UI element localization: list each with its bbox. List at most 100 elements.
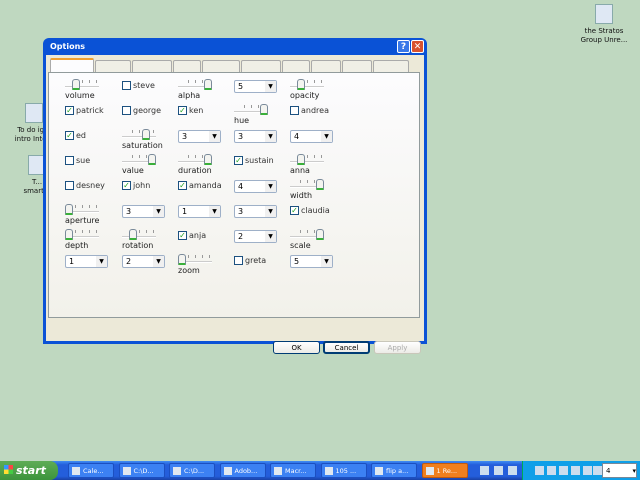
checkbox-steve[interactable]: steve: [122, 81, 155, 90]
taskbar-item[interactable]: Macr...: [270, 463, 316, 478]
slider-thumb[interactable]: [128, 229, 137, 240]
checkbox-box[interactable]: ✓: [122, 181, 131, 190]
slider-depth[interactable]: depth: [65, 229, 101, 251]
slider-volume[interactable]: volume: [65, 79, 101, 101]
checkbox-box[interactable]: ✓: [178, 231, 187, 240]
slider-rotation[interactable]: rotation: [122, 229, 158, 251]
tab-9[interactable]: [342, 60, 372, 72]
chevron-down-icon[interactable]: ▼: [209, 131, 220, 142]
checkbox-george[interactable]: george: [122, 106, 161, 115]
checkbox-john[interactable]: ✓ john: [122, 181, 150, 190]
taskbar-item[interactable]: flip a...: [371, 463, 417, 478]
combo-box[interactable]: 1 ▼: [178, 205, 221, 218]
tray-combo[interactable]: 4 ▾: [602, 463, 637, 478]
desktop-icon-stratos[interactable]: the Stratos Group Unre...: [576, 4, 632, 45]
taskbar-item[interactable]: C:\D...: [118, 463, 165, 478]
slider-aperture[interactable]: aperture: [65, 204, 101, 226]
slider-thumb[interactable]: [71, 79, 80, 90]
chevron-down-icon[interactable]: ▼: [321, 256, 332, 267]
combo-box[interactable]: 3 ▼: [122, 205, 165, 218]
combo-box[interactable]: 5 ▼: [290, 255, 333, 268]
start-button[interactable]: start: [0, 461, 58, 480]
chevron-down-icon[interactable]: ▼: [265, 206, 276, 217]
checkbox-box[interactable]: [122, 81, 131, 90]
checkbox-box[interactable]: ✓: [178, 106, 187, 115]
chevron-down-icon[interactable]: ▼: [153, 256, 164, 267]
dialog-titlebar[interactable]: Options ? ✕: [46, 38, 424, 55]
checkbox-box[interactable]: ✓: [65, 131, 74, 140]
combo-box[interactable]: 3 ▼: [234, 205, 277, 218]
ok-button[interactable]: OK: [273, 341, 320, 354]
checkbox-amanda[interactable]: ✓ amanda: [178, 181, 222, 190]
combo-box[interactable]: 4 ▼: [290, 130, 333, 143]
slider-zoom[interactable]: zoom: [178, 254, 214, 276]
taskbar-item[interactable]: 1 Re...: [421, 463, 468, 478]
slider-anna[interactable]: anna: [290, 154, 326, 176]
checkbox-desney[interactable]: desney: [65, 181, 105, 190]
tab-2[interactable]: [95, 60, 131, 72]
tab-5[interactable]: [202, 60, 240, 72]
chevron-down-icon[interactable]: ▼: [209, 206, 220, 217]
checkbox-sustain[interactable]: ✓ sustain: [234, 156, 274, 165]
combo-box[interactable]: 3 ▼: [234, 130, 277, 143]
apply-button[interactable]: Apply: [374, 341, 421, 354]
tab-4[interactable]: [173, 60, 201, 72]
checkbox-anja[interactable]: ✓ anja: [178, 231, 206, 240]
help-icon[interactable]: ?: [397, 40, 410, 53]
tray-icon[interactable]: [559, 466, 568, 475]
slider-hue[interactable]: hue: [234, 104, 270, 126]
combo-box[interactable]: 5 ▼: [234, 80, 277, 93]
quick-launch-icon[interactable]: [480, 466, 489, 475]
slider-thumb[interactable]: [204, 154, 212, 165]
slider-thumb[interactable]: [316, 229, 324, 240]
checkbox-box[interactable]: [122, 106, 131, 115]
checkbox-ed[interactable]: ✓ ed: [65, 131, 86, 140]
tray-icon[interactable]: [535, 466, 544, 475]
cancel-button[interactable]: Cancel: [323, 341, 370, 354]
chevron-down-icon[interactable]: ▼: [96, 256, 107, 267]
combo-box[interactable]: 4 ▼: [234, 180, 277, 193]
tab-10[interactable]: [373, 60, 409, 72]
checkbox-andrea[interactable]: andrea: [290, 106, 329, 115]
slider-thumb[interactable]: [296, 154, 305, 165]
slider-saturation[interactable]: saturation: [122, 129, 163, 151]
slider-thumb[interactable]: [260, 104, 268, 115]
slider-thumb[interactable]: [148, 154, 156, 165]
checkbox-box[interactable]: ✓: [290, 206, 299, 215]
slider-value[interactable]: value: [122, 154, 158, 176]
tab-8[interactable]: [311, 60, 341, 72]
taskbar-item[interactable]: Cale...: [68, 463, 114, 478]
checkbox-ken[interactable]: ✓ ken: [178, 106, 203, 115]
tray-icon[interactable]: [583, 466, 592, 475]
quick-launch-icon[interactable]: [508, 466, 517, 475]
tab-3[interactable]: [132, 60, 172, 72]
taskbar-item[interactable]: Adob...: [219, 463, 266, 478]
combo-box[interactable]: 2 ▼: [234, 230, 277, 243]
taskbar-item[interactable]: 105 ...: [320, 463, 367, 478]
checkbox-box[interactable]: [65, 181, 74, 190]
slider-opacity[interactable]: opacity: [290, 79, 326, 101]
combo-box[interactable]: 1 ▼: [65, 255, 108, 268]
tray-icon[interactable]: [571, 466, 580, 475]
chevron-down-icon[interactable]: ▼: [265, 231, 276, 242]
slider-thumb[interactable]: [141, 129, 150, 140]
slider-alpha[interactable]: alpha: [178, 79, 214, 101]
slider-thumb[interactable]: [316, 179, 324, 190]
slider-thumb[interactable]: [204, 79, 212, 90]
combo-box[interactable]: 3 ▼: [178, 130, 221, 143]
checkbox-box[interactable]: [65, 156, 74, 165]
chevron-down-icon[interactable]: ▼: [153, 206, 164, 217]
close-icon[interactable]: ✕: [411, 40, 424, 53]
tray-icon[interactable]: [547, 466, 556, 475]
taskbar-item[interactable]: C:\D...: [169, 463, 215, 478]
slider-thumb[interactable]: [65, 229, 73, 240]
slider-thumb[interactable]: [296, 79, 305, 90]
checkbox-patrick[interactable]: ✓ patrick: [65, 106, 104, 115]
checkbox-box[interactable]: ✓: [178, 181, 187, 190]
chevron-down-icon[interactable]: ▼: [321, 131, 332, 142]
quick-launch-icon[interactable]: [494, 466, 503, 475]
checkbox-box[interactable]: ✓: [234, 156, 243, 165]
chevron-down-icon[interactable]: ▼: [265, 81, 276, 92]
tab-7[interactable]: [282, 60, 310, 72]
slider-thumb[interactable]: [178, 254, 186, 265]
